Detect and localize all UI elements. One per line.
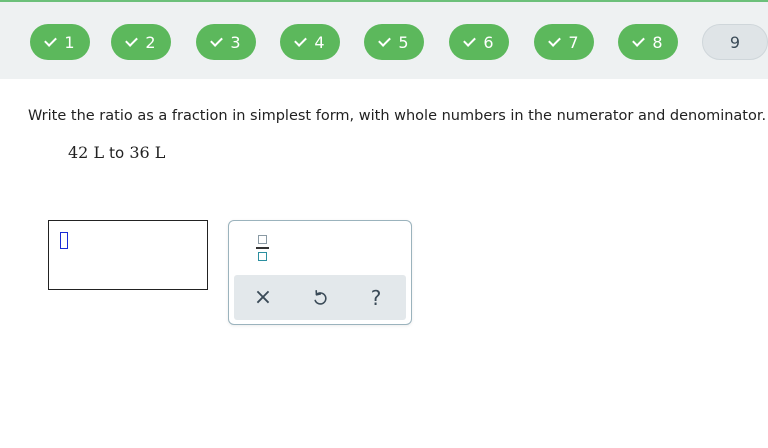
ratio-second-quantity: 36 L <box>129 143 166 162</box>
question-progress-bar: 1 2 3 4 5 6 7 8 9 <box>0 2 768 79</box>
undo-button[interactable] <box>300 275 340 320</box>
check-icon <box>632 34 646 47</box>
check-icon <box>125 34 139 47</box>
question-number: 8 <box>652 32 663 52</box>
question-1-pill[interactable]: 1 <box>30 24 90 60</box>
question-number: 2 <box>145 32 156 52</box>
help-button[interactable]: ? <box>356 275 396 320</box>
ratio-problem: 42 L to 36 L <box>68 143 165 162</box>
ratio-first-quantity: 42 L <box>68 143 105 162</box>
clear-button[interactable]: × <box>243 275 283 320</box>
question-number: 5 <box>398 32 409 52</box>
close-icon: × <box>253 285 273 310</box>
help-icon: ? <box>370 285 382 310</box>
question-2-pill[interactable]: 2 <box>111 24 171 60</box>
question-number: 7 <box>568 32 579 52</box>
check-icon <box>44 34 58 47</box>
check-icon <box>210 34 224 47</box>
question-3-pill[interactable]: 3 <box>196 24 256 60</box>
question-number: 1 <box>64 32 75 52</box>
question-4-pill[interactable]: 4 <box>280 24 340 60</box>
question-9-pill-current[interactable]: 9 <box>702 24 768 60</box>
question-6-pill[interactable]: 6 <box>449 24 509 60</box>
numerator-box <box>257 235 267 245</box>
answer-input[interactable] <box>48 220 208 290</box>
denominator-box <box>257 251 267 261</box>
fraction-template-icon[interactable] <box>253 233 271 263</box>
check-icon <box>378 34 392 47</box>
question-7-pill[interactable]: 7 <box>534 24 594 60</box>
question-number: 6 <box>483 32 494 52</box>
question-number: 3 <box>230 32 241 52</box>
check-icon <box>548 34 562 47</box>
check-icon <box>463 34 477 47</box>
question-8-pill[interactable]: 8 <box>618 24 678 60</box>
check-icon <box>294 34 308 47</box>
toolbar-row: × ? <box>234 275 406 320</box>
undo-icon <box>314 289 327 305</box>
cursor-placeholder <box>60 232 68 249</box>
math-input-panel: × ? <box>228 220 412 325</box>
question-5-pill[interactable]: 5 <box>364 24 424 60</box>
fraction-bar <box>255 247 269 249</box>
ratio-connector-word: to <box>109 144 125 162</box>
question-instruction: Write the ratio as a fraction in simples… <box>28 108 767 124</box>
question-number: 4 <box>314 32 325 52</box>
question-number: 9 <box>729 32 741 52</box>
